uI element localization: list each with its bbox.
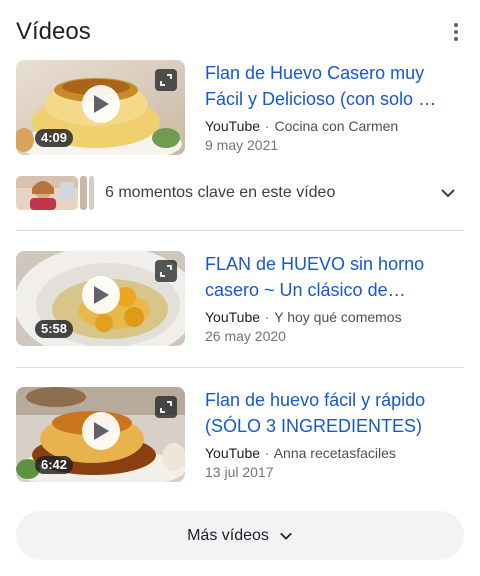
- video-duration: 5:58: [35, 320, 74, 338]
- video-result-2[interactable]: 5:58 FLAN de HUEVO sin horno casero ~ Un…: [16, 251, 464, 347]
- video-result-1[interactable]: 4:09 Flan de Huevo Casero muy Fácil y De…: [16, 60, 464, 156]
- video-duration: 4:09: [35, 129, 74, 147]
- video-date: 26 may 2020: [205, 328, 286, 344]
- video-date: 13 jul 2017: [205, 464, 274, 480]
- key-moments-row[interactable]: 6 momentos clave en este vídeo: [16, 176, 464, 210]
- video-source: YouTube: [205, 445, 261, 461]
- divider: [16, 230, 464, 231]
- video-source: YouTube: [205, 309, 261, 325]
- key-moment-stack: [80, 176, 87, 210]
- more-vert-icon[interactable]: [448, 20, 464, 44]
- panel-header: Vídeos: [16, 16, 464, 50]
- video-thumbnail[interactable]: 6:42: [16, 387, 185, 482]
- video-meta: YouTube · Y hoy qué comemos: [205, 308, 464, 327]
- video-date: 9 may 2021: [205, 137, 279, 153]
- video-info: FLAN de HUEVO sin horno casero ~ Un clás…: [205, 251, 464, 346]
- divider: [16, 367, 464, 368]
- video-channel: Cocina con Carmen: [274, 118, 399, 134]
- meta-separator: ·: [264, 118, 270, 134]
- video-title-link[interactable]: Flan de huevo fácil y rápido (SÓLO 3 ING…: [205, 387, 464, 439]
- video-channel: Y hoy qué comemos: [274, 309, 402, 325]
- video-info: Flan de Huevo Casero muy Fácil y Delicio…: [205, 60, 464, 155]
- video-meta: YouTube · Cocina con Carmen: [205, 117, 464, 136]
- video-result-3[interactable]: 6:42 Flan de huevo fácil y rápido (SÓLO …: [16, 387, 464, 483]
- video-info: Flan de huevo fácil y rápido (SÓLO 3 ING…: [205, 387, 464, 482]
- expand-icon: [155, 396, 177, 418]
- videos-panel: Vídeos 4:09 Flan de Huevo Casero muy Fác…: [0, 0, 480, 576]
- meta-separator: ·: [264, 309, 270, 325]
- video-title-link[interactable]: Flan de Huevo Casero muy Fácil y Delicio…: [205, 60, 464, 112]
- video-meta: YouTube · Anna recetasfaciles: [205, 444, 464, 463]
- play-icon: [82, 412, 120, 450]
- key-moments-label: 6 momentos clave en este vídeo: [105, 184, 336, 201]
- chevron-down-icon: [280, 532, 292, 540]
- play-icon: [82, 85, 120, 123]
- video-channel: Anna recetasfaciles: [273, 445, 396, 461]
- section-title: Vídeos: [16, 18, 91, 45]
- video-thumbnail[interactable]: 4:09: [16, 60, 185, 155]
- more-videos-label: Más vídeos: [187, 526, 269, 544]
- video-title-link[interactable]: FLAN de HUEVO sin horno casero ~ Un clás…: [205, 251, 464, 303]
- video-source: YouTube: [205, 118, 261, 134]
- video-duration: 6:42: [35, 456, 74, 474]
- video-thumbnail[interactable]: 5:58: [16, 251, 185, 346]
- expand-icon: [155, 69, 177, 91]
- play-icon: [82, 276, 120, 314]
- key-moment-thumbnail: [16, 176, 78, 210]
- meta-separator: ·: [264, 445, 270, 461]
- more-videos-button[interactable]: Más vídeos: [16, 511, 464, 560]
- chevron-down-icon[interactable]: [440, 185, 456, 201]
- expand-icon: [155, 260, 177, 282]
- key-moment-stack: [89, 176, 94, 210]
